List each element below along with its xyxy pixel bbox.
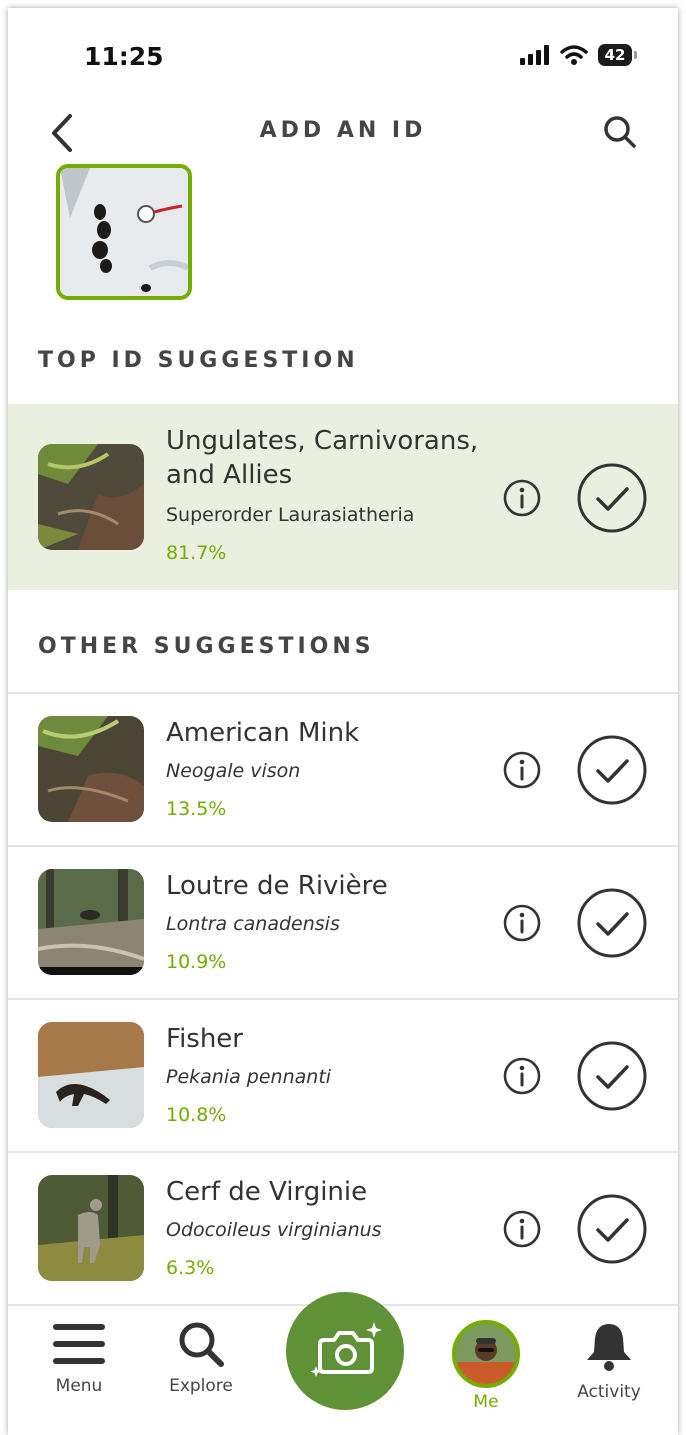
info-button[interactable] [502, 1056, 542, 1096]
suggestion-thumbnail [38, 869, 144, 975]
suggestion-name: Loutre de Rivière [166, 871, 388, 901]
camera-sparkle-icon [310, 1322, 382, 1377]
suggestion-thumbnail [38, 716, 144, 822]
header: ADD AN ID [8, 104, 678, 164]
status-bar: 11:25 42 [8, 8, 678, 98]
observation-photo[interactable] [56, 164, 192, 300]
bottom-tab-bar: Menu Explore Me Activity [8, 1292, 678, 1435]
tab-activity[interactable]: Activity [554, 1320, 664, 1402]
signal-icon [520, 45, 549, 65]
battery-icon: 42 [598, 44, 637, 66]
tab-activity-label: Activity [577, 1382, 641, 1402]
check-circle-icon [577, 1194, 647, 1264]
select-button[interactable] [576, 887, 648, 959]
suggestion-name: Fisher [166, 1024, 243, 1054]
check-circle-icon [577, 888, 647, 958]
suggestion-score: 10.9% [166, 951, 227, 973]
search-icon [179, 1322, 224, 1367]
top-suggestion-row[interactable]: Ungulates, Carnivorans, and Allies Super… [8, 404, 678, 590]
bell-icon [587, 1324, 631, 1371]
suggestion-scientific-name: Superorder Laurasiatheria [166, 504, 415, 526]
suggestion-row[interactable]: Fisher Pekania pennanti 10.8% [8, 998, 678, 1148]
select-button[interactable] [576, 734, 648, 806]
hamburger-icon [53, 1324, 105, 1364]
status-icons: 42 [520, 44, 637, 66]
suggestion-thumbnail [38, 1175, 144, 1281]
info-button[interactable] [502, 478, 542, 518]
avatar [452, 1320, 520, 1388]
suggestion-name-line2: and Allies [166, 460, 293, 490]
select-button[interactable] [576, 462, 648, 534]
tab-me[interactable]: Me [431, 1320, 541, 1412]
suggestion-score: 13.5% [166, 798, 227, 820]
tab-me-label: Me [473, 1392, 499, 1412]
section-title-other: OTHER SUGGESTIONS [38, 634, 375, 659]
info-icon [503, 1057, 541, 1095]
observation-image [60, 168, 188, 296]
tab-explore-label: Explore [169, 1376, 233, 1396]
suggestion-score: 10.8% [166, 1104, 227, 1126]
search-icon [604, 116, 636, 148]
suggestion-row[interactable]: Loutre de Rivière Lontra canadensis 10.9… [8, 845, 678, 995]
suggestion-score: 81.7% [166, 542, 227, 564]
camera-button[interactable] [286, 1292, 404, 1410]
check-circle-icon [577, 463, 647, 533]
suggestion-name-line1: Ungulates, Carnivorans, [166, 426, 479, 456]
suggestion-name: American Mink [166, 718, 360, 748]
app-screen: 11:25 42 ADD AN ID TOP ID SUGGESTION Ung… [8, 8, 678, 1435]
info-icon [503, 904, 541, 942]
search-button[interactable] [600, 112, 640, 152]
status-time: 11:25 [84, 42, 164, 71]
info-icon [503, 1210, 541, 1248]
suggestion-scientific-name: Pekania pennanti [166, 1066, 332, 1088]
info-button[interactable] [502, 903, 542, 943]
check-circle-icon [577, 1041, 647, 1111]
info-button[interactable] [502, 1209, 542, 1249]
suggestion-row[interactable]: American Mink Neogale vison 13.5% [8, 692, 678, 842]
tab-explore[interactable]: Explore [146, 1320, 256, 1396]
suggestion-score: 6.3% [166, 1257, 215, 1279]
suggestion-name: Cerf de Virginie [166, 1177, 368, 1207]
info-button[interactable] [502, 750, 542, 790]
check-circle-icon [577, 735, 647, 805]
info-icon [503, 751, 541, 789]
tab-menu[interactable]: Menu [24, 1320, 134, 1396]
select-button[interactable] [576, 1040, 648, 1112]
section-title-top: TOP ID SUGGESTION [38, 348, 359, 373]
select-button[interactable] [576, 1193, 648, 1265]
tab-menu-label: Menu [55, 1376, 103, 1396]
suggestion-thumbnail [38, 444, 144, 550]
wifi-icon [560, 45, 588, 65]
suggestion-scientific-name: Odocoileus virginianus [166, 1219, 382, 1241]
page-title: ADD AN ID [259, 118, 427, 143]
suggestion-row[interactable]: Cerf de Virginie Odocoileus virginianus … [8, 1151, 678, 1301]
info-icon [503, 479, 541, 517]
suggestion-scientific-name: Lontra canadensis [166, 913, 340, 935]
suggestion-thumbnail [38, 1022, 144, 1128]
suggestion-scientific-name: Neogale vison [166, 760, 301, 782]
